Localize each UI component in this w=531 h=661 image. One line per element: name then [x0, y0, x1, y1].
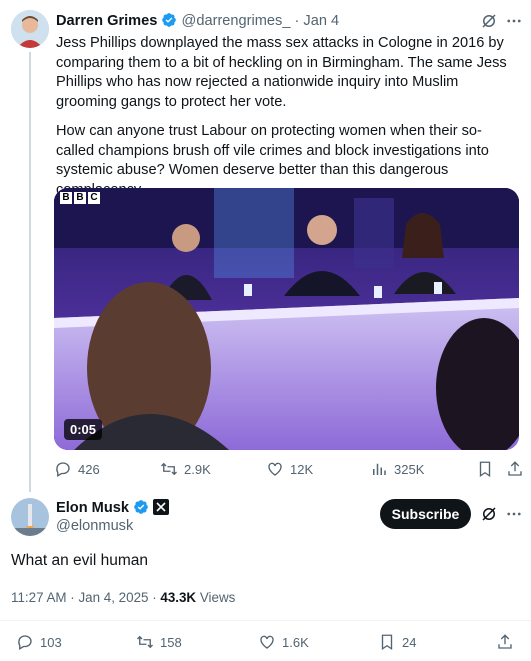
views-button[interactable]: 325K [370, 460, 424, 478]
views-label: Views [196, 590, 236, 605]
share-icon[interactable] [496, 633, 514, 651]
video-player[interactable]: B B C 0:05 [54, 188, 519, 450]
share-icon[interactable] [506, 460, 524, 478]
video-duration-badge: 0:05 [64, 419, 103, 440]
x-affiliate-icon [153, 499, 170, 515]
repost-count: 2.9K [184, 461, 211, 477]
bookmark-button[interactable]: 24 [378, 633, 416, 651]
bbc-letter: B [60, 192, 72, 204]
thread-line [29, 52, 31, 492]
reply-button[interactable]: 426 [54, 460, 100, 478]
darren-avatar[interactable] [11, 10, 49, 48]
repost-button[interactable]: 2.9K [160, 460, 211, 478]
subscribe-button[interactable]: Subscribe [380, 499, 471, 529]
reply-icon [56, 462, 70, 477]
author-name[interactable]: Elon Musk [56, 500, 129, 516]
tweet-meta: 11:27 AM · Jan 4, 2025 · 43.3K Views [11, 590, 235, 605]
like-icon [268, 462, 282, 476]
repost-count: 158 [160, 634, 182, 650]
reply-icon [18, 635, 32, 650]
more-icon[interactable] [505, 12, 523, 30]
grok-icon[interactable] [480, 12, 498, 30]
like-count: 1.6K [282, 634, 309, 650]
views-icon [373, 463, 386, 475]
bbc-letter: C [88, 192, 100, 204]
view-count: 43.3K [160, 590, 197, 605]
handle-and-date[interactable]: @darrengrimes_ · Jan 4 [182, 13, 340, 29]
bookmark-icon[interactable] [476, 460, 494, 478]
bookmark-icon [381, 634, 393, 651]
verified-badge-icon [162, 13, 177, 27]
like-button[interactable]: 12K [266, 460, 313, 478]
timestamp[interactable]: 11:27 AM · Jan 4, 2025 · [11, 590, 160, 605]
reply-button[interactable]: 103 [16, 633, 62, 651]
repost-icon [137, 635, 153, 649]
darren-header: Darren Grimes @darrengrimes_ · Jan 4 [56, 12, 339, 29]
bbc-letter: B [74, 192, 86, 204]
bbc-logo: B B C [60, 192, 100, 204]
grok-icon[interactable] [480, 505, 498, 523]
verified-badge-icon [134, 500, 148, 514]
author-name[interactable]: Darren Grimes [56, 13, 157, 29]
repost-button[interactable]: 158 [136, 633, 182, 651]
repost-icon [161, 462, 177, 476]
reply-count: 426 [78, 461, 100, 477]
like-icon [260, 635, 274, 649]
like-count: 12K [290, 461, 314, 477]
reply-count: 103 [40, 634, 62, 650]
views-count: 325K [394, 461, 425, 477]
more-icon[interactable] [505, 505, 523, 523]
bookmark-count: 24 [402, 634, 417, 650]
elon-header: Elon Musk [56, 499, 170, 516]
main-tweet-text: What an evil human [11, 552, 148, 569]
divider [0, 620, 531, 621]
tweet-text-paragraph-1: Jess Phillips downplayed the mass sex at… [56, 35, 507, 110]
handle[interactable]: @elonmusk [56, 518, 133, 534]
video-frame [54, 188, 519, 450]
like-button[interactable]: 1.6K [258, 633, 309, 651]
elon-avatar[interactable] [11, 498, 49, 536]
